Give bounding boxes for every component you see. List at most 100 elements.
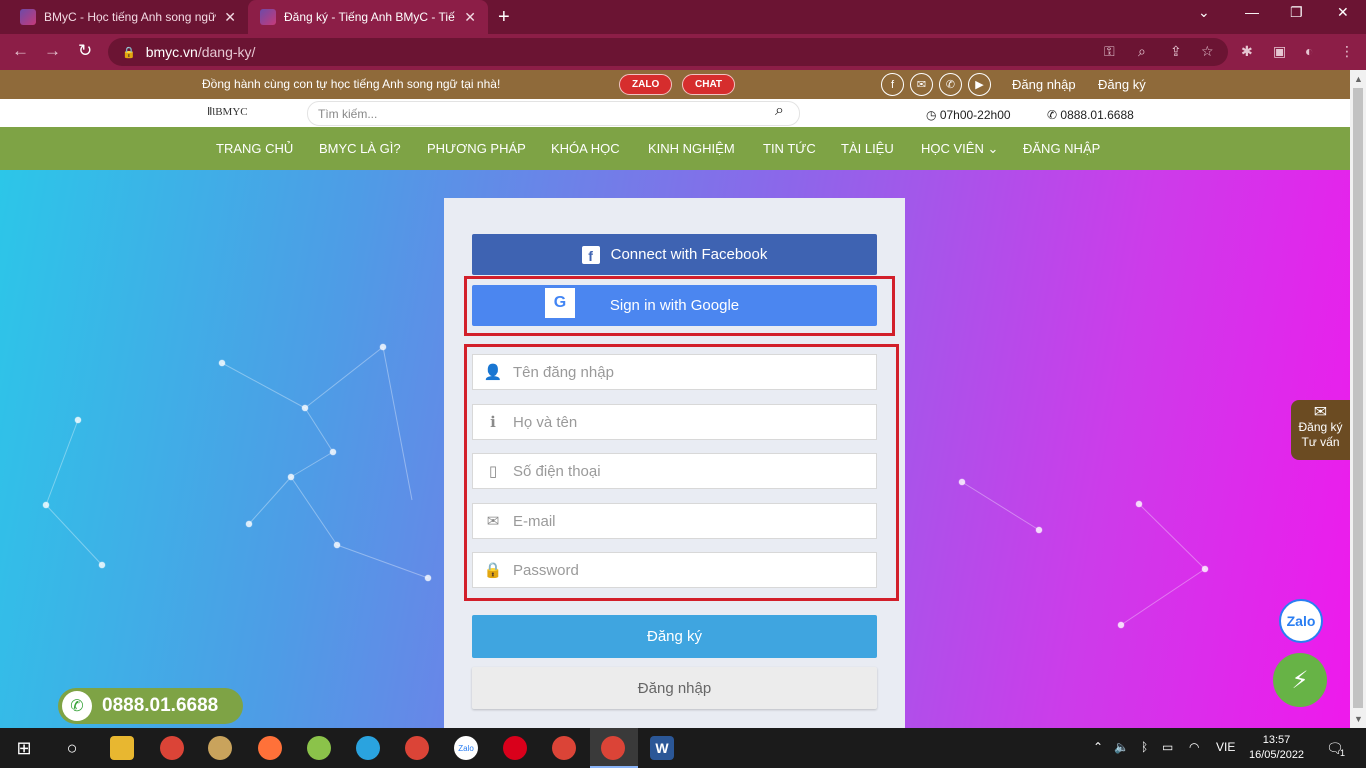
side-panel-icon[interactable]: ▣ bbox=[1273, 43, 1286, 60]
paint-icon[interactable] bbox=[208, 736, 232, 760]
register-link[interactable]: Đăng ký bbox=[1098, 77, 1146, 92]
clock-time: 13:57 bbox=[1262, 734, 1291, 746]
registration-card: f Connect with Facebook G Sign in with G… bbox=[444, 198, 905, 728]
scroll-up-icon[interactable]: ▲ bbox=[1354, 74, 1363, 84]
menu-icon[interactable]: ⋮ bbox=[1340, 43, 1354, 60]
chrome-profile-icon[interactable] bbox=[405, 736, 429, 760]
close-icon[interactable]: ✕ bbox=[464, 9, 476, 26]
hours-info: ◷ 07h00-22h00 bbox=[926, 108, 1011, 122]
bookmark-star-icon[interactable]: ☆ bbox=[1201, 43, 1214, 60]
facebook-button-label: Connect with Facebook bbox=[610, 246, 768, 263]
consult-line2: Tư vấn bbox=[1301, 435, 1340, 449]
nav-item-students[interactable]: HỌC VIÊN ⌄ bbox=[921, 141, 998, 157]
nav-item-home[interactable]: TRANG CHỦ bbox=[216, 141, 293, 156]
app-icon[interactable] bbox=[307, 736, 331, 760]
login-link[interactable]: Đăng nhập bbox=[1012, 77, 1076, 92]
whatsapp-phone-icon: ✆ bbox=[62, 691, 92, 721]
phone-text: 0888.01.6688 bbox=[1060, 108, 1134, 122]
site-logo[interactable]: ⅡƖBMYC bbox=[207, 105, 248, 118]
url-host: bmyc.vn bbox=[145, 44, 198, 60]
search-input[interactable]: Tìm kiếm... bbox=[307, 101, 800, 126]
hours-text: 07h00-22h00 bbox=[939, 108, 1011, 122]
share-icon[interactable]: ⇪ bbox=[1170, 43, 1182, 60]
tab-title: Đăng ký - Tiếng Anh BMyC - Tiế bbox=[284, 10, 455, 24]
site-header: ⅡƖBMYC Tìm kiếm... ⌕ ◷ 07h00-22h00 ✆ 088… bbox=[0, 99, 1350, 127]
bluetooth-icon[interactable]: ᛒ bbox=[1141, 740, 1148, 754]
file-explorer-icon[interactable] bbox=[110, 736, 134, 760]
nav-item-experience[interactable]: KINH NGHIỆM bbox=[648, 141, 735, 156]
consult-register-float[interactable]: ✉ Đăng ký Tư vấn bbox=[1291, 400, 1350, 460]
zalo-button[interactable]: ZALO bbox=[619, 74, 673, 95]
youtube-icon[interactable]: ▶ bbox=[968, 73, 991, 96]
profile-icon[interactable]: ◐ bbox=[1305, 43, 1313, 59]
browser-tab-1[interactable]: BMyC - Học tiếng Anh song ngữ ✕ bbox=[8, 0, 248, 34]
zalo-chat-button[interactable]: Zalo bbox=[1279, 599, 1323, 643]
word-icon[interactable]: W bbox=[650, 736, 674, 760]
highlight-box-google bbox=[464, 276, 895, 336]
extensions-icon[interactable]: ✱ bbox=[1241, 43, 1253, 60]
chrome-active-icon[interactable] bbox=[601, 736, 625, 760]
nav-item-courses[interactable]: KHÓA HỌC bbox=[551, 141, 620, 156]
hotline-float-button[interactable]: ✆ 0888.01.6688 bbox=[58, 688, 243, 724]
new-tab-icon[interactable]: + bbox=[498, 6, 510, 29]
hero-background: f Connect with Facebook G Sign in with G… bbox=[0, 170, 1350, 728]
chat-button[interactable]: CHAT bbox=[682, 74, 736, 95]
messenger-chat-button[interactable]: ⚡ bbox=[1273, 653, 1327, 707]
back-icon[interactable]: ← bbox=[12, 41, 29, 61]
reload-icon[interactable]: ↻ bbox=[78, 41, 92, 61]
login-button[interactable]: Đăng nhập bbox=[472, 667, 877, 709]
chrome-icon[interactable] bbox=[160, 736, 184, 760]
browser-tabstrip: BMyC - Học tiếng Anh song ngữ ✕ Đăng ký … bbox=[0, 0, 1366, 34]
nav-item-documents[interactable]: TÀI LIỆU bbox=[841, 141, 894, 156]
forward-icon[interactable]: → bbox=[44, 41, 61, 61]
envelope-icon: ✉ bbox=[1313, 404, 1328, 421]
clock-date: 16/05/2022 bbox=[1249, 749, 1305, 761]
scroll-thumb[interactable] bbox=[1353, 88, 1363, 708]
notification-count: 1 bbox=[1340, 748, 1346, 758]
battery-icon[interactable]: ▭ bbox=[1162, 740, 1173, 754]
lock-icon: 🔒 bbox=[122, 46, 136, 59]
close-icon[interactable]: ✕ bbox=[224, 9, 236, 26]
phone-icon[interactable]: ✆ bbox=[939, 73, 962, 96]
zalo-app-icon[interactable]: Zalo bbox=[454, 736, 478, 760]
minimize-icon[interactable]: — bbox=[1245, 4, 1259, 20]
telegram-icon[interactable] bbox=[356, 736, 380, 760]
chevron-down-icon: ⌄ bbox=[983, 141, 999, 156]
register-button[interactable]: Đăng ký bbox=[472, 615, 877, 658]
browser-toolbar: ← → ↻ 🔒 bmyc.vn/dang-ky/ bbox=[0, 34, 1366, 70]
nav-item-news[interactable]: TIN TỨC bbox=[763, 141, 816, 156]
bmyc-favicon-icon bbox=[260, 9, 276, 25]
tab-search-chevron-icon[interactable]: ⌄ bbox=[1198, 4, 1210, 21]
main-nav: TRANG CHỦ BMYC LÀ GÌ? PHƯƠNG PHÁP KHÓA H… bbox=[0, 127, 1350, 170]
key-icon[interactable]: ⚿ bbox=[1104, 43, 1115, 60]
phone-info[interactable]: ✆ 0888.01.6688 bbox=[1047, 108, 1134, 122]
restore-icon[interactable]: ❐ bbox=[1290, 4, 1303, 21]
system-clock[interactable]: 13:57 16/05/2022 bbox=[1249, 733, 1304, 763]
browser-tab-2[interactable]: Đăng ký - Tiếng Anh BMyC - Tiế ✕ bbox=[248, 0, 488, 34]
wifi-icon[interactable]: ◠ bbox=[1189, 740, 1199, 754]
taskbar: ⊞ ○ Zalo W ⌃ 🔈 ᛒ ▭ ◠ VIE 13:57 16/05/202… bbox=[0, 728, 1366, 768]
facebook-icon[interactable]: f bbox=[881, 73, 904, 96]
search-icon[interactable]: ⌕ bbox=[775, 102, 784, 120]
address-bar[interactable]: 🔒 bmyc.vn/dang-ky/ bbox=[108, 38, 1228, 66]
firefox-icon[interactable] bbox=[258, 736, 282, 760]
volume-icon[interactable]: 🔈 bbox=[1114, 740, 1129, 754]
nav-item-method[interactable]: PHƯƠNG PHÁP bbox=[427, 141, 526, 156]
scroll-down-icon[interactable]: ▼ bbox=[1354, 714, 1363, 724]
opera-icon[interactable] bbox=[503, 736, 527, 760]
language-indicator[interactable]: VIE bbox=[1216, 740, 1235, 754]
email-icon[interactable]: ✉ bbox=[910, 73, 933, 96]
nav-item-about[interactable]: BMYC LÀ GÌ? bbox=[319, 141, 401, 156]
windows-start-icon[interactable]: ⊞ bbox=[12, 736, 36, 760]
show-hidden-icons-icon[interactable]: ⌃ bbox=[1093, 740, 1103, 754]
messenger-icon: ⚡ bbox=[1291, 666, 1309, 694]
connect-facebook-button[interactable]: f Connect with Facebook bbox=[472, 234, 877, 275]
page-scrollbar[interactable]: ▲ ▼ bbox=[1350, 70, 1366, 728]
chrome-profile-2-icon[interactable] bbox=[552, 736, 576, 760]
site-topbar: Đồng hành cùng con tự học tiếng Anh song… bbox=[0, 70, 1350, 99]
close-window-icon[interactable]: ✕ bbox=[1337, 4, 1349, 21]
tab-title: BMyC - Học tiếng Anh song ngữ bbox=[44, 10, 217, 24]
search-circle-icon[interactable]: ○ bbox=[60, 736, 84, 760]
zoom-icon[interactable]: ⌕ bbox=[1138, 43, 1146, 60]
nav-item-login[interactable]: ĐĂNG NHẬP bbox=[1023, 141, 1100, 156]
